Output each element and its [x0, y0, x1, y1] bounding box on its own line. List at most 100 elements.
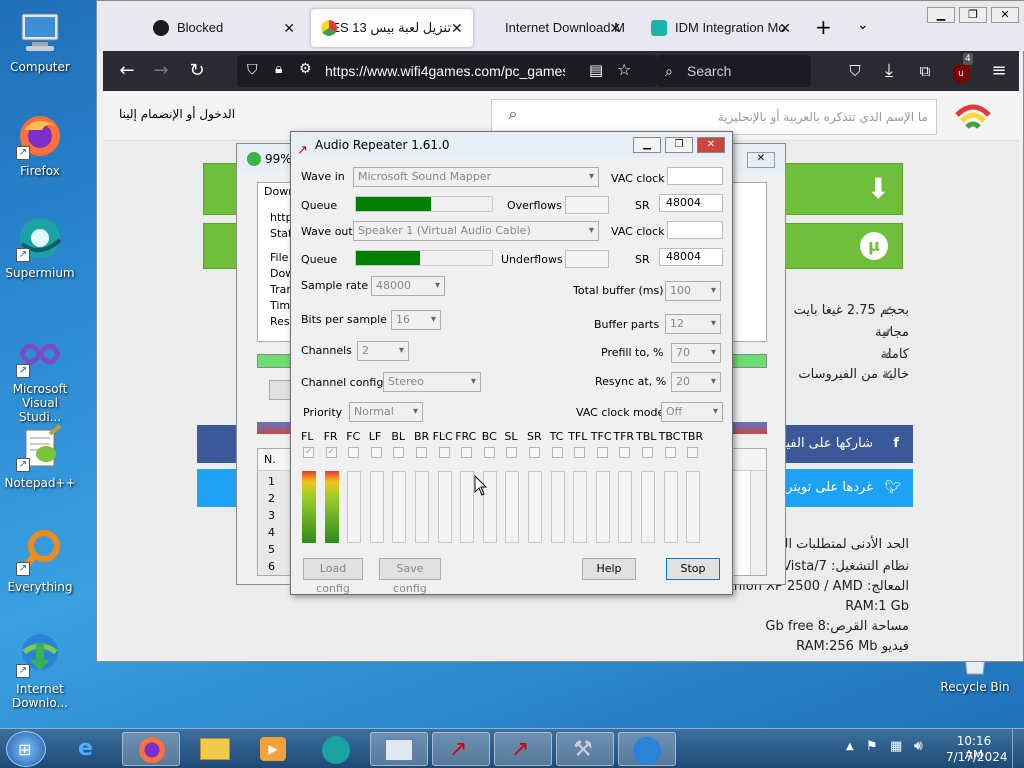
- flag-icon[interactable]: ⚑: [866, 739, 878, 754]
- tab-idm-integration[interactable]: IDM Integration Mo ✕: [641, 9, 797, 47]
- forward-button[interactable]: →: [149, 59, 173, 83]
- tab-pes13[interactable]: تنزيل لعبة بيس 13 PES ✕: [311, 9, 473, 47]
- vac-clock-mode-select[interactable]: Off: [661, 402, 723, 422]
- buffer-parts-select[interactable]: 12: [665, 314, 721, 334]
- close-icon[interactable]: ✕: [609, 9, 621, 47]
- prefill-select[interactable]: 70: [671, 343, 721, 363]
- login-link[interactable]: الدخول أو الإنضمام إلينا: [119, 107, 235, 121]
- channel-checkbox[interactable]: [348, 447, 360, 458]
- lock-icon[interactable]: 🔒︎: [275, 61, 282, 77]
- taskbar-idm[interactable]: [618, 732, 676, 766]
- desktop-icon-supermium[interactable]: ↗ Supermium: [0, 214, 80, 280]
- close-icon[interactable]: ✕: [747, 152, 775, 168]
- desktop-icon-firefox[interactable]: ↗ Firefox: [0, 112, 80, 178]
- stop-button[interactable]: Stop: [666, 558, 720, 580]
- taskbar-tools[interactable]: ⚒: [556, 732, 614, 766]
- priority-select[interactable]: Normal: [349, 402, 423, 422]
- channel-checkbox[interactable]: [483, 447, 495, 458]
- tab-internet-download-manager[interactable]: Internet Download M ✕: [477, 9, 627, 47]
- minimize-button[interactable]: ▁: [927, 7, 955, 23]
- channel-checkbox[interactable]: [619, 447, 631, 458]
- minimize-button[interactable]: ▁: [633, 137, 661, 153]
- close-icon[interactable]: ✕: [451, 9, 463, 47]
- channel-checkbox[interactable]: [506, 447, 518, 458]
- channel-checkbox[interactable]: [438, 447, 450, 458]
- channel-checkbox[interactable]: [370, 447, 382, 458]
- new-tab-button[interactable]: +: [815, 15, 832, 39]
- load-config-button[interactable]: Load config: [303, 558, 363, 595]
- desktop-icon-idm[interactable]: ↗ Internet Downlo...: [0, 630, 80, 710]
- bookmark-star-icon[interactable]: ☆: [617, 60, 631, 79]
- channel-checkbox[interactable]: [551, 447, 563, 458]
- channel-checkbox[interactable]: [416, 447, 427, 458]
- taskbar-file-explorer[interactable]: [186, 732, 244, 766]
- close-icon[interactable]: ✕: [779, 9, 791, 47]
- maximize-button[interactable]: ❐: [665, 137, 693, 153]
- channel-checkbox[interactable]: ✓: [303, 447, 314, 458]
- show-desktop-button[interactable]: [1012, 729, 1024, 768]
- reload-button[interactable]: ↻: [185, 59, 209, 83]
- channel-checkbox[interactable]: [664, 447, 676, 458]
- tab-blocked[interactable]: Blocked ✕: [143, 9, 301, 47]
- channel-checkbox[interactable]: [596, 447, 608, 458]
- close-button[interactable]: ✕: [697, 137, 725, 153]
- channels-select[interactable]: 2: [357, 341, 409, 361]
- save-config-button[interactable]: Save config: [379, 558, 441, 595]
- sample-rate-value: 48000: [376, 279, 411, 292]
- reader-view-icon[interactable]: ▤: [589, 61, 603, 79]
- wave-out-select[interactable]: Speaker 1 (Virtual Audio Cable): [353, 221, 599, 241]
- site-search-input[interactable]: ما الإسم الذي تتذكره بالعربية أو بالإنجل…: [491, 99, 937, 135]
- permissions-icon[interactable]: ⚙: [299, 61, 312, 77]
- channel-checkbox[interactable]: [687, 447, 699, 458]
- taskbar-audio-repeater-1[interactable]: ↗: [432, 732, 490, 766]
- channel-checkbox[interactable]: [529, 447, 540, 458]
- channel-checkbox[interactable]: [642, 447, 653, 458]
- search-icon[interactable]: ⌕: [493, 104, 533, 130]
- site-logo-icon[interactable]: [955, 99, 991, 133]
- channel-checkbox[interactable]: ✓: [325, 447, 337, 458]
- clock-date[interactable]: 7/17/2024: [946, 750, 1008, 764]
- pocket-icon[interactable]: ⛉: [843, 59, 867, 83]
- channel-config-select[interactable]: Stereo: [383, 372, 481, 392]
- taskbar-internet-explorer[interactable]: e: [62, 732, 120, 766]
- search-input[interactable]: ⌕ Search: [657, 55, 811, 87]
- channel-checkbox[interactable]: [461, 447, 473, 458]
- network-icon[interactable]: ▦: [890, 739, 902, 754]
- total-buffer-select[interactable]: 100: [665, 281, 721, 301]
- buffer-parts-label: Buffer parts: [594, 318, 660, 331]
- start-button[interactable]: ⊞: [6, 731, 46, 767]
- desktop-icon-visual-studio[interactable]: ↗ Microsoft Visual Studi...: [0, 330, 80, 424]
- scrollbar[interactable]: [750, 471, 766, 575]
- tab-list-chevron-icon[interactable]: ⌄: [857, 17, 869, 33]
- url-text[interactable]: https://www.wifi4games.com/pc_games/p: [325, 63, 565, 79]
- downloads-icon[interactable]: ⤓: [877, 59, 901, 83]
- maximize-button[interactable]: ❐: [959, 7, 987, 23]
- taskbar-supermium[interactable]: [308, 732, 366, 766]
- menu-icon[interactable]: ≡: [987, 59, 1011, 83]
- volume-icon[interactable]: 🔊︎: [914, 738, 923, 754]
- ublock-icon[interactable]: u 4: [949, 53, 973, 83]
- shield-icon[interactable]: ⛉: [247, 62, 258, 78]
- url-bar[interactable]: ⛉ 🔒︎ ⚙ https://www.wifi4games.com/pc_gam…: [237, 55, 657, 87]
- bits-select[interactable]: 16: [391, 310, 441, 330]
- extensions-icon[interactable]: ⧉: [913, 59, 937, 83]
- back-button[interactable]: ←: [115, 59, 139, 83]
- taskbar-control-panel[interactable]: [370, 732, 428, 766]
- taskbar-media-player[interactable]: ▶: [246, 732, 304, 766]
- taskbar-audio-repeater-2[interactable]: ↗: [494, 732, 552, 766]
- check-icon: ✔: [883, 367, 894, 381]
- close-icon[interactable]: ✕: [283, 9, 295, 47]
- desktop-icon-computer[interactable]: Computer: [0, 8, 80, 74]
- sample-rate-select[interactable]: 48000: [371, 276, 445, 296]
- channel-checkbox[interactable]: [393, 447, 405, 458]
- taskbar-firefox[interactable]: [122, 732, 180, 766]
- close-window-button[interactable]: ✕: [991, 7, 1019, 23]
- wave-in-select[interactable]: Microsoft Sound Mapper: [353, 167, 599, 187]
- tray-expand-icon[interactable]: ▲: [846, 741, 854, 752]
- desktop-icon-everything[interactable]: ↗ Everything: [0, 528, 80, 594]
- help-button[interactable]: Help: [582, 558, 636, 580]
- resync-select[interactable]: 20: [671, 372, 721, 392]
- desktop-icon-notepadpp[interactable]: ↗ Notepad++: [0, 424, 80, 490]
- audio-repeater-window[interactable]: ↗ Audio Repeater 1.61.0 ▁ ❐ ✕ Wave in Mi…: [290, 131, 733, 595]
- channel-checkbox[interactable]: [574, 447, 586, 458]
